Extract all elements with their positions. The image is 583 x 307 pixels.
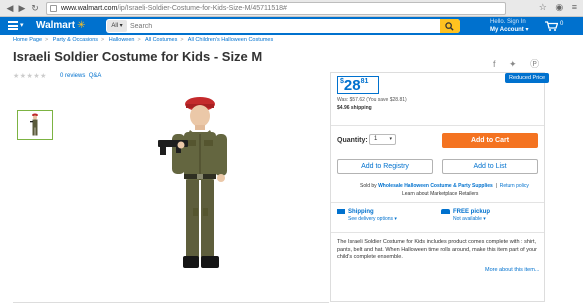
share-icons: f ✦ Ⓟ <box>493 57 550 70</box>
menu-icon[interactable]: ≡ <box>572 2 577 12</box>
breadcrumb-item[interactable]: Party & Occasions <box>53 37 98 43</box>
site-header: ▾ Walmart✳ All ▾ Hello. Sign In My Accou… <box>0 17 583 35</box>
logo-text: Walmart <box>36 20 76 31</box>
reviews-link[interactable]: 0 reviews <box>60 73 85 79</box>
shipping-title: Shipping <box>348 209 374 216</box>
divider <box>331 125 544 126</box>
breadcrumb-item[interactable]: All Children's Halloween Costumes <box>188 37 273 43</box>
url-domain: www.walmart.com <box>61 5 118 12</box>
breadcrumb-item[interactable]: All Costumes <box>145 37 177 43</box>
account-menu[interactable]: Hello. Sign In My Account ▾ <box>490 18 528 34</box>
divider <box>331 232 544 233</box>
reduced-price-badge: Reduced Price <box>505 73 550 83</box>
seller-link[interactable]: Wholesale Halloween Costume & Party Supp… <box>378 183 493 189</box>
back-icon[interactable]: ◀ <box>5 3 15 14</box>
reload-icon[interactable]: ↻ <box>30 3 40 14</box>
pickup-option: FREE pickup Not available ▾ <box>441 209 490 222</box>
add-to-cart-button[interactable]: Add to Cart <box>442 133 538 148</box>
was-price: Was: $57.62 (You save $28.81) <box>337 97 407 103</box>
walmart-logo[interactable]: Walmart ✳ <box>36 19 85 33</box>
breadcrumb-item[interactable]: Home Page <box>13 37 42 43</box>
divider <box>13 302 329 303</box>
pinterest-icon[interactable]: Ⓟ <box>530 59 539 69</box>
facebook-icon[interactable]: f <box>493 59 496 69</box>
price-box: $2881 <box>337 76 379 94</box>
add-to-registry-button[interactable]: Add to Registry <box>337 159 433 174</box>
price-dollars: 28 <box>343 77 361 94</box>
divider <box>331 202 544 203</box>
learn-marketplace-link[interactable]: Learn about Marketplace Retailers <box>402 191 478 197</box>
search-category-dropdown[interactable]: All ▾ <box>107 20 127 32</box>
search-button[interactable] <box>440 19 460 33</box>
delivery-options-link[interactable]: See delivery options <box>348 216 393 222</box>
page-icon <box>50 5 57 12</box>
cart-icon[interactable] <box>545 21 558 31</box>
bookmark-star-icon[interactable]: ☆ <box>539 2 547 12</box>
sold-by-line: Sold by Wholesale Halloween Costume & Pa… <box>360 183 529 189</box>
url-path: /ip/Israeli-Soldier-Costume-for-Kids-Siz… <box>117 5 287 12</box>
chevron-down-icon: ▾ <box>389 136 392 142</box>
breadcrumb: Home Page > Party & Occasions > Halloween >… <box>13 37 274 43</box>
twitter-icon[interactable]: ✦ <box>509 59 517 69</box>
chevron-down-icon[interactable]: ▾ <box>20 21 24 29</box>
product-title: Israeli Soldier Costume for Kids - Size … <box>13 49 263 64</box>
quantity-select[interactable]: 1 ▾ <box>369 134 396 145</box>
pickup-title: FREE pickup <box>453 209 491 216</box>
product-image <box>158 97 227 268</box>
qa-link[interactable]: Q&A <box>89 73 102 79</box>
search-bar: All ▾ <box>106 19 460 33</box>
my-account-label: My Account <box>490 27 524 33</box>
star-rating: ★★★★★ <box>13 73 47 80</box>
truck-icon <box>337 209 345 214</box>
return-policy-link[interactable]: Return policy <box>500 183 529 189</box>
search-icon <box>445 22 454 31</box>
search-category-label: All <box>111 23 118 29</box>
sold-by-label: Sold by <box>360 183 377 189</box>
add-to-list-button[interactable]: Add to List <box>442 159 538 174</box>
product-description: The Israeli Soldier Costume for Kids inc… <box>337 239 537 260</box>
quantity-label: Quantity: <box>337 137 368 144</box>
pickup-car-icon <box>441 209 450 214</box>
thumbnail-image <box>30 113 38 136</box>
search-input[interactable] <box>130 19 430 33</box>
pickup-availability[interactable]: Not available <box>453 216 482 222</box>
hamburger-menu-icon[interactable] <box>8 21 18 30</box>
cart-count: 0 <box>560 21 564 27</box>
quantity-value: 1 <box>374 136 378 142</box>
extension-icon[interactable]: ◉ <box>555 2 563 12</box>
forward-icon[interactable]: ▶ <box>17 3 27 14</box>
spark-icon: ✳ <box>77 20 86 31</box>
browser-toolbar: ◀ ▶ ↻ www.walmart.com/ip/Israeli-Soldier… <box>0 0 583 17</box>
shipping-cost: $4.96 shipping <box>337 105 372 111</box>
shipping-option: Shipping See delivery options ▾ <box>337 209 397 222</box>
sign-in-text: Hello. Sign In <box>490 19 526 25</box>
address-bar[interactable]: www.walmart.com/ip/Israeli-Soldier-Costu… <box>46 2 506 15</box>
price: $2881 <box>340 77 368 95</box>
product-thumbnail[interactable] <box>17 110 53 140</box>
breadcrumb-item[interactable]: Halloween <box>109 37 135 43</box>
price-cents: 81 <box>360 78 369 85</box>
more-about-item-link[interactable]: More about this item... <box>485 267 539 273</box>
